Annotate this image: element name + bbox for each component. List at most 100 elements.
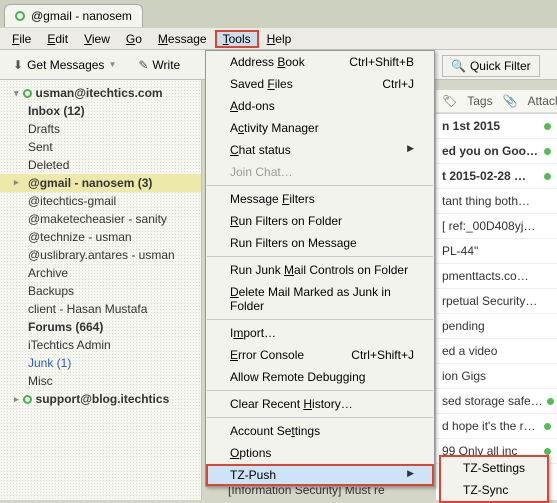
message-row[interactable]: t 2015-02-28 … — [436, 164, 557, 189]
folder-item[interactable]: @technize - usman — [0, 228, 201, 246]
message-row[interactable]: sed storage safe… — [436, 389, 557, 414]
message-subject: pending — [442, 319, 485, 333]
menu-item-chat-status[interactable]: Chat status ▶ — [206, 139, 434, 161]
menu-item-label: Address Book — [230, 55, 305, 69]
message-subject: tant thing both… — [442, 194, 530, 208]
submenu-arrow-icon: ▶ — [407, 468, 414, 482]
menu-item-error-console[interactable]: Error ConsoleCtrl+Shift+J — [206, 344, 434, 366]
attachment-label[interactable]: Attachmen — [528, 94, 557, 108]
menu-item-label: Add-ons — [230, 99, 275, 113]
folder-item[interactable]: iTechtics Admin — [0, 336, 201, 354]
menu-item-delete-mail-marked-as-junk-in-folder[interactable]: Delete Mail Marked as Junk in Folder — [206, 281, 434, 317]
message-row[interactable]: ed you on Goo… — [436, 139, 557, 164]
menu-item-saved-files[interactable]: Saved FilesCtrl+J — [206, 73, 434, 95]
folder-item[interactable]: @uslibrary.antares - usman — [0, 246, 201, 264]
message-row[interactable]: pmenttacts.co… — [436, 264, 557, 289]
menu-accel: Ctrl+Shift+B — [349, 55, 414, 69]
menu-item-run-filters-on-message[interactable]: Run Filters on Message — [206, 232, 434, 254]
folder-item[interactable]: Inbox (12) — [0, 102, 201, 120]
menu-item-allow-remote-debugging[interactable]: Allow Remote Debugging — [206, 366, 434, 388]
tags-label[interactable]: Tags — [467, 94, 492, 108]
menu-separator — [207, 417, 433, 418]
menu-item-run-filters-on-folder[interactable]: Run Filters on Folder — [206, 210, 434, 232]
menu-item-label: TZ-Push — [230, 468, 276, 482]
menu-item-add-ons[interactable]: Add-ons — [206, 95, 434, 117]
message-subject: t 2015-02-28 … — [442, 169, 526, 183]
folder-item[interactable]: Drafts — [0, 120, 201, 138]
account-row[interactable]: ▸ support@blog.itechtics — [0, 390, 201, 408]
message-subject: rpetual Security… — [442, 294, 537, 308]
menu-item-activity-manager[interactable]: Activity Manager — [206, 117, 434, 139]
tab-title: @gmail - nanosem — [31, 9, 132, 23]
menu-item-tz-push[interactable]: TZ-Push ▶ — [206, 464, 434, 486]
menu-separator — [207, 256, 433, 257]
menu-item-options[interactable]: Options — [206, 442, 434, 464]
menu-edit[interactable]: Edit — [39, 30, 76, 48]
write-button[interactable]: ✎ Write — [131, 54, 187, 76]
message-row[interactable]: n 1st 2015 — [436, 114, 557, 139]
menu-item-clear-recent-history[interactable]: Clear Recent History… — [206, 393, 434, 415]
message-subject: pmenttacts.co… — [442, 269, 529, 283]
write-label: Write — [152, 58, 180, 72]
menu-bar: File Edit View Go Message Tools Help — [0, 28, 557, 50]
message-row[interactable]: pending — [436, 314, 557, 339]
message-row[interactable]: d hope it's the r… — [436, 414, 557, 439]
unread-dot-icon — [544, 448, 551, 455]
menu-file[interactable]: File — [4, 30, 39, 48]
menu-item-message-filters[interactable]: Message Filters — [206, 188, 434, 210]
menu-message[interactable]: Message — [150, 30, 215, 48]
message-subject: ed a video — [442, 344, 497, 358]
folder-item[interactable]: Backups — [0, 282, 201, 300]
menu-item-account-settings[interactable]: Account Settings — [206, 420, 434, 442]
menu-item-label: Run Filters on Folder — [230, 214, 342, 228]
submenu-item-tz-settings[interactable]: TZ-Settings — [441, 457, 547, 479]
folder-item[interactable]: client - Hasan Mustafa — [0, 300, 201, 318]
menu-item-run-junk-mail-controls-on-folder[interactable]: Run Junk Mail Controls on Folder — [206, 259, 434, 281]
folder-item[interactable]: Sent — [0, 138, 201, 156]
menu-item-label: Saved Files — [230, 77, 293, 91]
menu-item-label: Message Filters — [230, 192, 315, 206]
account-label: support@blog.itechtics — [36, 392, 170, 406]
menu-go[interactable]: Go — [118, 30, 150, 48]
menu-help[interactable]: Help — [259, 30, 300, 48]
menu-view[interactable]: View — [76, 30, 118, 48]
menu-item-label: Join Chat… — [230, 165, 293, 179]
folder-item[interactable]: @maketecheasier - sanity — [0, 210, 201, 228]
browser-tab[interactable]: @gmail - nanosem — [4, 4, 143, 27]
get-messages-button[interactable]: ⬇ Get Messages ▼ — [6, 54, 123, 76]
folder-item[interactable]: Deleted — [0, 156, 201, 174]
message-row[interactable]: ion Gigs — [436, 364, 557, 389]
message-row[interactable]: tant thing both… — [436, 189, 557, 214]
folder-item[interactable]: @itechtics-gmail — [0, 192, 201, 210]
account-row[interactable]: ▾ usman@itechtics.com — [0, 84, 201, 102]
menu-item-import[interactable]: Import… — [206, 322, 434, 344]
folder-item[interactable]: ▸@gmail - nanosem (3) — [0, 174, 201, 192]
menu-item-label: Import… — [230, 326, 276, 340]
quick-filter-button[interactable]: 🔍 Quick Filter — [442, 55, 540, 77]
menu-item-address-book[interactable]: Address Book Ctrl+Shift+B — [206, 51, 434, 73]
menu-item-label: Allow Remote Debugging — [230, 370, 365, 384]
message-row[interactable]: PL-44" — [436, 239, 557, 264]
folder-item[interactable]: Forums (664) — [0, 318, 201, 336]
folder-item[interactable]: Misc — [0, 372, 201, 390]
message-list: n 1st 2015ed you on Goo… t 2015-02-28 … ta… — [436, 114, 557, 500]
folder-item[interactable]: Archive — [0, 264, 201, 282]
menu-tools[interactable]: Tools — [215, 30, 259, 48]
menu-item-label: Run Junk Mail Controls on Folder — [230, 263, 408, 277]
message-subject: ion Gigs — [442, 369, 486, 383]
message-row[interactable]: [ ref:_00D408yj… — [436, 214, 557, 239]
message-row[interactable]: rpetual Security… — [436, 289, 557, 314]
menu-item-label: Chat status — [230, 143, 291, 157]
submenu-item-tz-sync[interactable]: TZ-Sync — [441, 479, 547, 501]
menu-item-label: Account Settings — [230, 424, 320, 438]
unread-dot-icon — [544, 123, 551, 130]
tzpush-submenu: TZ-SettingsTZ-Sync — [439, 455, 549, 503]
folder-item[interactable]: Junk (1) — [0, 354, 201, 372]
menu-separator — [207, 390, 433, 391]
status-ring-icon — [23, 89, 32, 98]
folder-tree: ▾ usman@itechtics.comInbox (12)DraftsSen… — [0, 80, 202, 500]
message-row[interactable]: ed a video — [436, 339, 557, 364]
unread-dot-icon — [547, 398, 554, 405]
download-icon: ⬇ — [13, 58, 23, 72]
submenu-arrow-icon: ▶ — [407, 143, 414, 157]
